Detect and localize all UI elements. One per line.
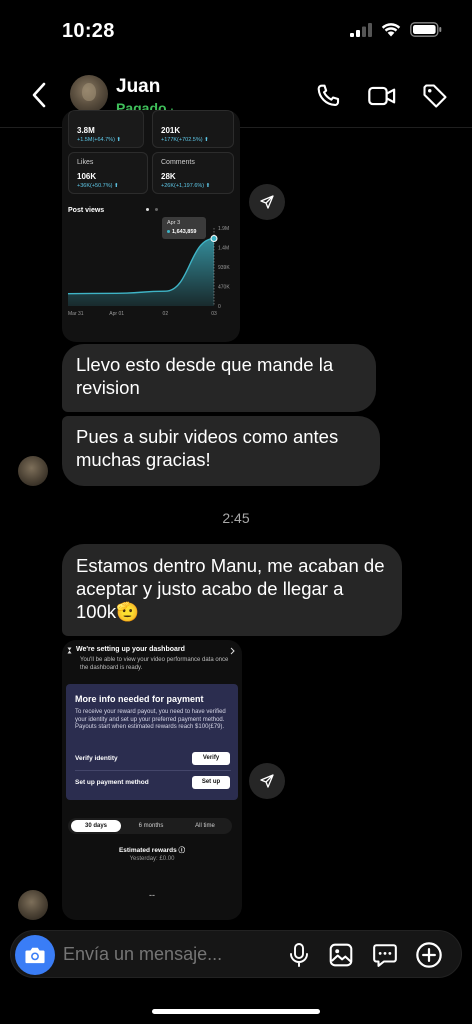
shared-stats-image[interactable]: 3.8M +1.5M(+64.7%) ⬆ 201K +177K(+702.5%)… <box>62 110 240 342</box>
plus-icon <box>416 942 442 968</box>
status-bar: 10:28 <box>0 0 472 62</box>
message-bubble[interactable]: Llevo esto desde que mande la revision <box>62 344 376 412</box>
verify-identity-label: Verify identity <box>75 755 118 762</box>
hourglass-icon <box>67 647 72 654</box>
phone-icon <box>317 84 340 107</box>
x-tick-label: 02 <box>163 311 169 317</box>
home-indicator <box>152 1009 320 1014</box>
tooltip-date: Apr 3 <box>167 220 181 226</box>
send-icon <box>260 195 274 209</box>
voice-call-button[interactable] <box>312 80 344 112</box>
stat-value: 3.8M <box>77 126 95 135</box>
y-tick-label: 470K <box>218 285 230 291</box>
battery-icon <box>410 22 442 37</box>
estimated-rewards-title: Estimated rewards ⓘ <box>118 847 186 854</box>
tab-all-time: All time <box>195 823 215 829</box>
back-chevron-icon <box>32 82 46 108</box>
y-tick-label: 0 <box>218 304 221 310</box>
stat-box-profile: 201K +177K(+702.5%) ⬆ <box>152 110 234 148</box>
x-tick-label: 03 <box>211 311 217 317</box>
period-segmented-control: 30 days 6 months All time <box>68 818 232 834</box>
post-views-title: Post views <box>68 207 105 214</box>
message-composer <box>10 930 462 978</box>
stat-delta: +26K(+1,197.6%) ⬆ <box>161 183 211 189</box>
sticker-button[interactable] <box>369 939 401 971</box>
payment-method-label: Set up payment method <box>75 779 149 786</box>
video-camera-icon <box>368 86 396 106</box>
stat-value: 28K <box>161 172 176 181</box>
share-button[interactable] <box>249 763 285 799</box>
video-call-button[interactable] <box>366 80 398 112</box>
message-avatar[interactable] <box>18 456 48 486</box>
wifi-icon <box>381 23 401 37</box>
stat-box-views: 3.8M +1.5M(+64.7%) ⬆ <box>68 110 144 148</box>
back-button[interactable] <box>24 80 54 110</box>
voice-message-button[interactable] <box>283 939 315 971</box>
label-button[interactable] <box>419 80 451 112</box>
message-input[interactable] <box>63 944 263 965</box>
message-bubble[interactable]: Pues a subir videos como antes muchas gr… <box>62 416 380 486</box>
chat-sticker-icon <box>373 944 397 967</box>
stat-value: 106K <box>77 172 97 181</box>
message-bubble[interactable]: Estamos dentro Manu, me acaban de acepta… <box>62 544 402 636</box>
stat-box-comments: Comments 28K +26K(+1,197.6%) ⬆ <box>152 152 234 194</box>
data-point <box>210 235 218 243</box>
stat-value: 201K <box>161 126 181 135</box>
y-tick-label: 939K <box>218 265 230 271</box>
x-tick-label: Mar 31 <box>68 311 84 317</box>
share-button[interactable] <box>249 184 285 220</box>
gallery-icon <box>329 943 353 967</box>
gallery-button[interactable] <box>325 939 357 971</box>
payment-info-box: More info needed for payment To receive … <box>66 684 238 800</box>
stat-delta: +36K(+50.7%) ⬆ <box>77 183 119 189</box>
stat-label: Comments <box>161 159 195 166</box>
x-tick-label: Apr 01 <box>109 311 124 317</box>
message-avatar[interactable] <box>18 890 48 920</box>
tag-icon <box>423 84 447 108</box>
contact-avatar[interactable] <box>70 75 108 113</box>
stat-delta: +1.5M(+64.7%) ⬆ <box>77 137 122 143</box>
stat-box-likes: Likes 106K +36K(+50.7%) ⬆ <box>68 152 148 194</box>
microphone-icon <box>290 943 308 967</box>
cellular-signal-icon <box>350 22 372 37</box>
camera-button[interactable] <box>15 935 55 975</box>
estimated-rewards-value: -- <box>149 890 155 900</box>
tab-6-months: 6 months <box>138 823 164 829</box>
tooltip-value: 1,643,859 <box>167 229 196 235</box>
setup-button: Set up <box>192 776 230 789</box>
send-icon <box>260 774 274 788</box>
more-button[interactable] <box>413 939 445 971</box>
setup-title: We're setting up your dashboard <box>76 646 185 653</box>
chevron-right-icon <box>230 647 235 655</box>
tab-30-days: 30 days <box>71 820 121 832</box>
y-tick-label: 1.9M <box>218 226 229 232</box>
contact-name[interactable]: Juan <box>116 76 160 98</box>
stat-delta: +177K(+702.5%) ⬆ <box>161 137 209 143</box>
camera-icon <box>25 947 45 964</box>
payment-description: To receive your reward payout, you need … <box>75 709 226 730</box>
message-timestamp: 2:45 <box>222 510 250 526</box>
estimated-rewards-subtitle: Yesterday: £0.00 <box>129 856 175 862</box>
status-icons <box>350 22 442 37</box>
verify-button: Verify <box>192 752 230 765</box>
shared-dashboard-image[interactable]: We're setting up your dashboard You'll b… <box>62 640 242 920</box>
status-time: 10:28 <box>62 20 115 42</box>
setup-subtitle: You'll be able to view your video perfor… <box>80 657 229 671</box>
payment-title: More info needed for payment <box>75 694 204 704</box>
post-views-chart: 1.9M 1.4M 939K 470K 0 Mar 31 Apr 01 02 03 <box>67 226 230 317</box>
chart-area <box>68 238 214 306</box>
y-tick-label: 1.4M <box>218 246 229 252</box>
stat-label: Likes <box>77 159 94 166</box>
chart-tooltip: Apr 3 1,643,859 <box>162 217 206 239</box>
